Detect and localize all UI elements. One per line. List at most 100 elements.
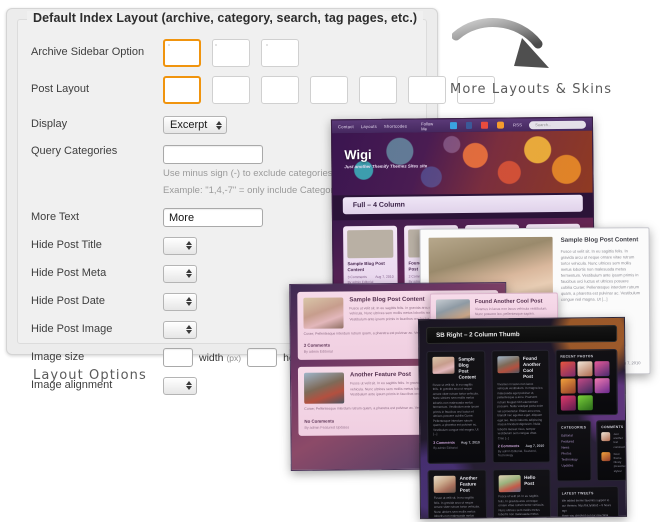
label-display: Display [31, 118, 68, 131]
feature-body: Fusce ut velit sit. In eu sagittis felis… [560, 248, 641, 303]
label-query-categories: Query Categories [31, 145, 118, 157]
sidebar-option-left[interactable] [212, 39, 250, 67]
flickr-icon[interactable] [481, 121, 489, 129]
photo-thumb[interactable] [577, 395, 593, 411]
wigi-hero-banner: Wigi Just another Themify Themes Sites s… [332, 130, 593, 196]
facebook-icon[interactable] [465, 121, 473, 129]
more-text-input[interactable] [163, 208, 263, 228]
wigi-nav-shortcodes[interactable]: Shortcodes [384, 124, 407, 129]
image-width-input[interactable] [163, 348, 193, 368]
post-layout-grid2[interactable] [310, 76, 348, 104]
post-title: Sample Blog Post Content [458, 356, 476, 380]
photo-thumb[interactable] [577, 378, 593, 394]
image-width-label-text: width [199, 351, 224, 364]
stepper-arrows-icon [213, 117, 224, 133]
hide-post-title-select[interactable] [163, 236, 197, 255]
post-thumbnail [303, 372, 345, 405]
dark-post-top: Hello Post [498, 475, 545, 493]
query-categories-hint-1: Use minus sign (-) to exclude categories… [163, 168, 336, 179]
post-comments: 3 Comments [433, 440, 455, 445]
post-title: Found Another Cool Post [474, 298, 543, 306]
curved-arrow-icon [452, 18, 549, 68]
photo-thumb[interactable] [560, 395, 576, 411]
dark-post-head: Sample Blog Post Content [458, 356, 479, 380]
post-date: Aug 7, 2010 [375, 274, 394, 279]
row-post-layout: Post Layout [17, 71, 495, 109]
hide-post-date-select[interactable] [163, 292, 197, 311]
widget-comments: COMMENTS Just another test comment... Co… [596, 419, 628, 481]
post-layout-list-large[interactable] [163, 76, 201, 104]
dark-post-card[interactable]: Hello Post Fusce ut velit sit. In eu sag… [492, 469, 552, 520]
twitter-icon[interactable] [449, 122, 457, 130]
wigi-site-title: Wigi [344, 146, 372, 163]
label-more-text: More Text [31, 210, 80, 223]
stepper-arrows-icon [183, 238, 194, 254]
post-body: Vivamus in lacus non lacus vehicula vest… [497, 381, 544, 441]
post-body: Fusce ut velit sit. In eu sagittis felis… [433, 495, 480, 519]
label-hide-post-date: Hide Post Date [31, 294, 105, 307]
post-comments: 3 Comments [303, 343, 331, 349]
dark-post-top: Another Feature Post [433, 476, 481, 494]
widget-title: CATEGORIES [561, 425, 587, 430]
dark-sidebar: RECENT PHOTOS CATEGORIES Editorial Featu [555, 349, 628, 520]
hide-post-image-select[interactable] [163, 320, 197, 339]
wigi-nav-layouts[interactable]: Layouts [361, 124, 377, 129]
wigi-follow-label: Follow Me [421, 120, 434, 131]
photo-grid [560, 361, 613, 411]
dark-post-card[interactable]: Another Feature Post Fusce ut velit sit.… [427, 469, 488, 520]
dark-post-head: Found Another Cool Post [523, 356, 544, 380]
widget-latest-tweets: LATEST TWEETS We added theme favorites s… [556, 485, 620, 520]
image-height-input[interactable] [247, 348, 278, 368]
post-layout-list-small[interactable] [408, 76, 446, 104]
category-link[interactable]: Updates [561, 463, 586, 469]
widget-title: LATEST TWEETS [561, 490, 594, 496]
post-body: Vivamus in lacus non lacus vehicula vest… [474, 306, 548, 317]
photo-thumb[interactable] [594, 378, 610, 394]
widget-title: COMMENTS [601, 424, 624, 430]
label-hide-post-title: Hide Post Title [31, 238, 102, 251]
photo-thumb[interactable] [560, 361, 576, 377]
sidebar-option-right[interactable] [163, 39, 201, 67]
post-body: Fusce ut velit sit. In eu sagittis felis… [498, 494, 545, 520]
post-title: Another Feature Post [459, 475, 478, 493]
archive-sidebar-options [163, 39, 427, 67]
post-comments: 3 Comments [347, 275, 367, 280]
dark-post-grid: Sample Blog Post Content Fusce ut velit … [426, 349, 552, 520]
label-hide-post-image: Hide Post Image [31, 322, 113, 335]
stepper-arrows-icon [183, 294, 194, 310]
photo-thumb[interactable] [577, 361, 593, 377]
rss-icon[interactable] [497, 121, 505, 129]
stepper-arrows-icon [183, 266, 194, 282]
row-archive-sidebar: Archive Sidebar Option [17, 35, 427, 71]
wigi-post-card[interactable]: Sample Blog Post Content 3 Comments Aug … [343, 225, 398, 289]
dark-post-top: Sample Blog Post Content [432, 356, 479, 380]
dark-post-card[interactable]: Sample Blog Post Content Fusce ut velit … [426, 350, 486, 465]
screenshot-dark-theme[interactable]: SB Right – 2 Column Thumb Sample Blog Po… [417, 316, 628, 520]
widget-recent-photos: RECENT PHOTOS [555, 349, 618, 416]
post-meta: 3 Comments Aug 7, 2010 [348, 275, 394, 279]
label-post-layout: Post Layout [31, 83, 90, 96]
post-layout-list-thumb[interactable] [359, 76, 397, 104]
post-layout-grid4[interactable] [212, 76, 250, 104]
post-thumbnail [498, 475, 521, 493]
post-thumbnail [433, 476, 456, 494]
dark-sidebar-row: CATEGORIES Editorial Featured News Photo… [556, 419, 628, 482]
post-layout-grid3[interactable] [261, 76, 299, 104]
display-select[interactable]: Excerpt [163, 116, 228, 134]
stepper-arrows-icon [183, 322, 194, 338]
comment-item: Cool theme. Nicely presented styles! [601, 452, 628, 473]
dark-post-card[interactable]: Found Another Cool Post Vivamus in lacus… [490, 349, 551, 464]
post-title: Found Another Cool Post [522, 355, 541, 379]
avatar [601, 432, 611, 442]
hide-post-meta-select[interactable] [163, 264, 197, 283]
dark-post-head: Another Feature Post [460, 476, 481, 494]
more-layouts-annotation: More Layouts & Skins [450, 82, 613, 97]
image-alignment-select[interactable] [163, 376, 197, 395]
query-categories-input[interactable] [163, 145, 263, 164]
feature-title: Sample Blog Post Content [560, 236, 639, 244]
photo-thumb[interactable] [594, 361, 610, 377]
photo-thumb[interactable] [560, 378, 576, 394]
wigi-nav-contact[interactable]: Contact [338, 124, 354, 129]
sidebar-option-none[interactable] [261, 39, 299, 67]
wigi-search-input[interactable]: Search... [529, 120, 587, 129]
